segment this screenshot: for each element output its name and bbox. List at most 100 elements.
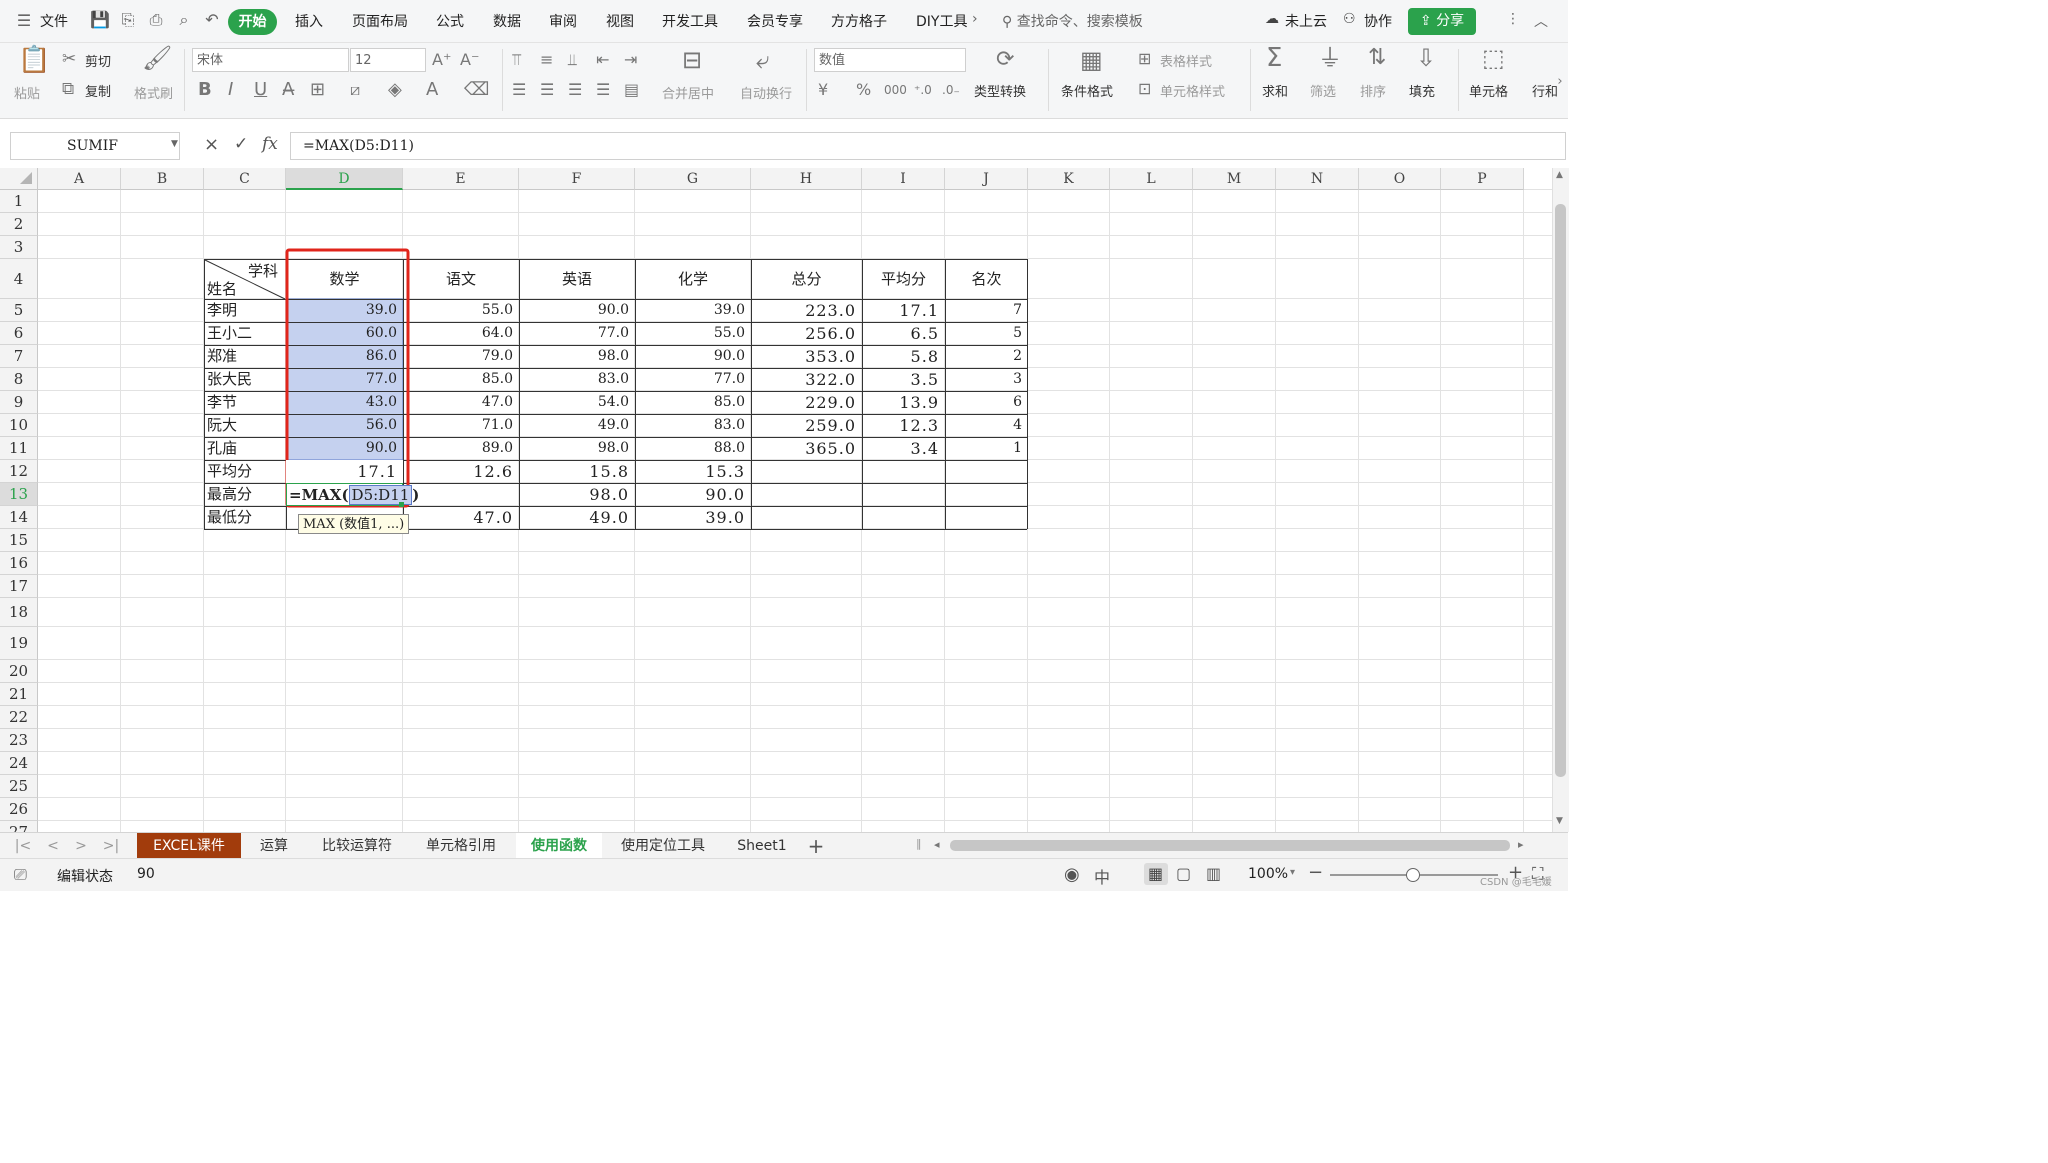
vertical-scrollbar[interactable]: ▲ ▼ — [1552, 168, 1569, 832]
cancel-formula-icon[interactable]: × — [204, 134, 219, 155]
print-icon[interactable]: ⎙ — [146, 10, 166, 30]
cell-english[interactable]: 98.0 — [519, 345, 635, 368]
cell-rank[interactable]: 5 — [945, 322, 1028, 345]
type-convert-button[interactable]: 类型转换 — [974, 81, 1026, 100]
cell-english[interactable]: 77.0 — [519, 322, 635, 345]
clear-format-icon[interactable]: ⧄ — [350, 79, 360, 101]
row-header-21[interactable]: 21 — [0, 683, 38, 706]
increase-decimal-icon[interactable]: ⁺.0 — [914, 79, 932, 101]
row-header-23[interactable]: 23 — [0, 729, 38, 752]
worksheet-grid[interactable]: ABCDEFGHIJKLMNOP 1 2 3 4 5 6 7 8 9 10 11 12 13 14 15 16… — [0, 168, 1552, 832]
confirm-formula-icon[interactable]: ✓ — [234, 134, 248, 154]
min-chinese[interactable]: 47.0 — [403, 506, 519, 529]
merge-center-button[interactable]: 合并居中 — [662, 83, 714, 102]
name-box-dropdown-icon[interactable]: ▼ — [171, 139, 178, 149]
cell-chinese[interactable]: 89.0 — [403, 437, 519, 460]
min-row-label[interactable]: 最低分 — [204, 506, 286, 529]
borders-icon[interactable]: ⊞ — [310, 79, 325, 101]
row-header-24[interactable]: 24 — [0, 752, 38, 775]
align-center-icon[interactable]: ☰ — [540, 79, 554, 101]
indent-decrease-icon[interactable]: ⇤ — [596, 49, 609, 71]
horizontal-scrollbar[interactable]: ‖ ◂ ▸ — [916, 837, 1530, 855]
cell-rank[interactable]: 7 — [945, 299, 1028, 322]
row-header-26[interactable]: 26 — [0, 798, 38, 821]
paste-icon[interactable]: 📋 — [18, 47, 50, 79]
align-left-icon[interactable]: ☰ — [512, 79, 526, 101]
sheet-tab-comparison[interactable]: 比较运算符 — [308, 833, 406, 859]
macro-record-icon[interactable]: ⎚ — [14, 865, 27, 885]
column-header-n[interactable]: N — [1276, 168, 1359, 190]
input-method-icon[interactable]: 中 — [1094, 864, 1110, 888]
cell-c4-header-split[interactable]: 学科 姓名 — [204, 259, 286, 299]
sheet-tab-cell-reference[interactable]: 单元格引用 — [410, 833, 512, 859]
student-name[interactable]: 张大民 — [204, 368, 286, 391]
cell-math[interactable]: 43.0 — [286, 391, 403, 414]
cell-math[interactable]: 90.0 — [286, 437, 403, 460]
cell-total[interactable]: 259.0 — [751, 414, 862, 437]
hamburger-menu-icon[interactable]: ☰ — [14, 11, 34, 31]
column-header-k[interactable]: K — [1028, 168, 1110, 190]
cell-english[interactable]: 83.0 — [519, 368, 635, 391]
tab-view[interactable]: 视图 — [606, 11, 634, 31]
bold-icon[interactable]: B — [198, 79, 212, 101]
eraser-icon[interactable]: ⌫ — [464, 79, 489, 101]
tab-insert[interactable]: 插入 — [295, 11, 323, 31]
add-sheet-button[interactable]: + — [804, 833, 828, 859]
cell-total[interactable]: 353.0 — [751, 345, 862, 368]
row-header-4[interactable]: 4 — [0, 259, 38, 299]
undo-icon[interactable]: ↶ — [202, 10, 222, 30]
eye-protection-icon[interactable]: ◉ — [1064, 864, 1080, 885]
name-box[interactable]: SUMIF — [10, 132, 180, 160]
student-name[interactable]: 王小二 — [204, 322, 286, 345]
column-header-f[interactable]: F — [519, 168, 635, 190]
max-chemistry[interactable]: 90.0 — [635, 483, 751, 506]
scroll-down-icon[interactable]: ▼ — [1556, 816, 1563, 826]
cell-chinese[interactable]: 55.0 — [403, 299, 519, 322]
number-format-select[interactable]: 数值 — [814, 48, 966, 72]
scroll-up-icon[interactable]: ▲ — [1556, 170, 1563, 180]
horizontal-scroll-thumb[interactable] — [950, 840, 1510, 851]
cell-chem[interactable]: 77.0 — [635, 368, 751, 391]
row-header-11[interactable]: 11 — [0, 437, 38, 460]
formula-edit-cell[interactable]: =MAX(D5:D11) — [286, 483, 419, 506]
cell-math[interactable]: 77.0 — [286, 368, 403, 391]
cell-avg[interactable]: 5.8 — [862, 345, 945, 368]
cell-total[interactable]: 322.0 — [751, 368, 862, 391]
page-break-view-icon[interactable]: ▥ — [1206, 864, 1221, 883]
indent-increase-icon[interactable]: ⇥ — [624, 49, 637, 71]
row-header-20[interactable]: 20 — [0, 660, 38, 683]
paste-button[interactable]: 粘贴 — [14, 83, 40, 102]
max-english[interactable]: 98.0 — [519, 483, 635, 506]
student-name[interactable]: 李节 — [204, 391, 286, 414]
cell-english[interactable]: 90.0 — [519, 299, 635, 322]
tab-formulas[interactable]: 公式 — [436, 11, 464, 31]
cell-avg[interactable]: 6.5 — [862, 322, 945, 345]
row-header-10[interactable]: 10 — [0, 414, 38, 437]
row-header-17[interactable]: 17 — [0, 575, 38, 598]
cell-chem[interactable]: 88.0 — [635, 437, 751, 460]
column-header-i[interactable]: I — [862, 168, 945, 190]
next-sheet-icon[interactable]: > — [72, 833, 90, 859]
first-sheet-icon[interactable]: |< — [14, 833, 32, 859]
align-top-icon[interactable]: ⫪ — [512, 49, 521, 71]
cell-total[interactable]: 229.0 — [751, 391, 862, 414]
currency-icon[interactable]: ¥ — [818, 79, 828, 101]
header-average[interactable]: 平均分 — [862, 259, 945, 299]
font-color-icon[interactable]: A — [426, 79, 438, 101]
column-header-h[interactable]: H — [751, 168, 862, 190]
underline-icon[interactable]: U — [254, 79, 267, 101]
student-name[interactable]: 郑准 — [204, 345, 286, 368]
cell-rank[interactable]: 3 — [945, 368, 1028, 391]
cell-math[interactable]: 56.0 — [286, 414, 403, 437]
avg-math[interactable]: 17.1 — [286, 460, 403, 483]
column-header-o[interactable]: O — [1359, 168, 1441, 190]
row-header-13[interactable]: 13 — [0, 483, 38, 506]
fill-button[interactable]: 填充 — [1409, 81, 1435, 100]
zoom-level[interactable]: 100% — [1248, 866, 1288, 882]
sheet-tab-using-functions[interactable]: 使用函数 — [516, 833, 602, 859]
percent-icon[interactable]: % — [856, 79, 871, 101]
column-header-p[interactable]: P — [1441, 168, 1524, 190]
sum-button[interactable]: 求和 — [1262, 81, 1288, 100]
table-style-button[interactable]: 表格样式 — [1160, 51, 1212, 70]
align-right-icon[interactable]: ☰ — [568, 79, 582, 101]
